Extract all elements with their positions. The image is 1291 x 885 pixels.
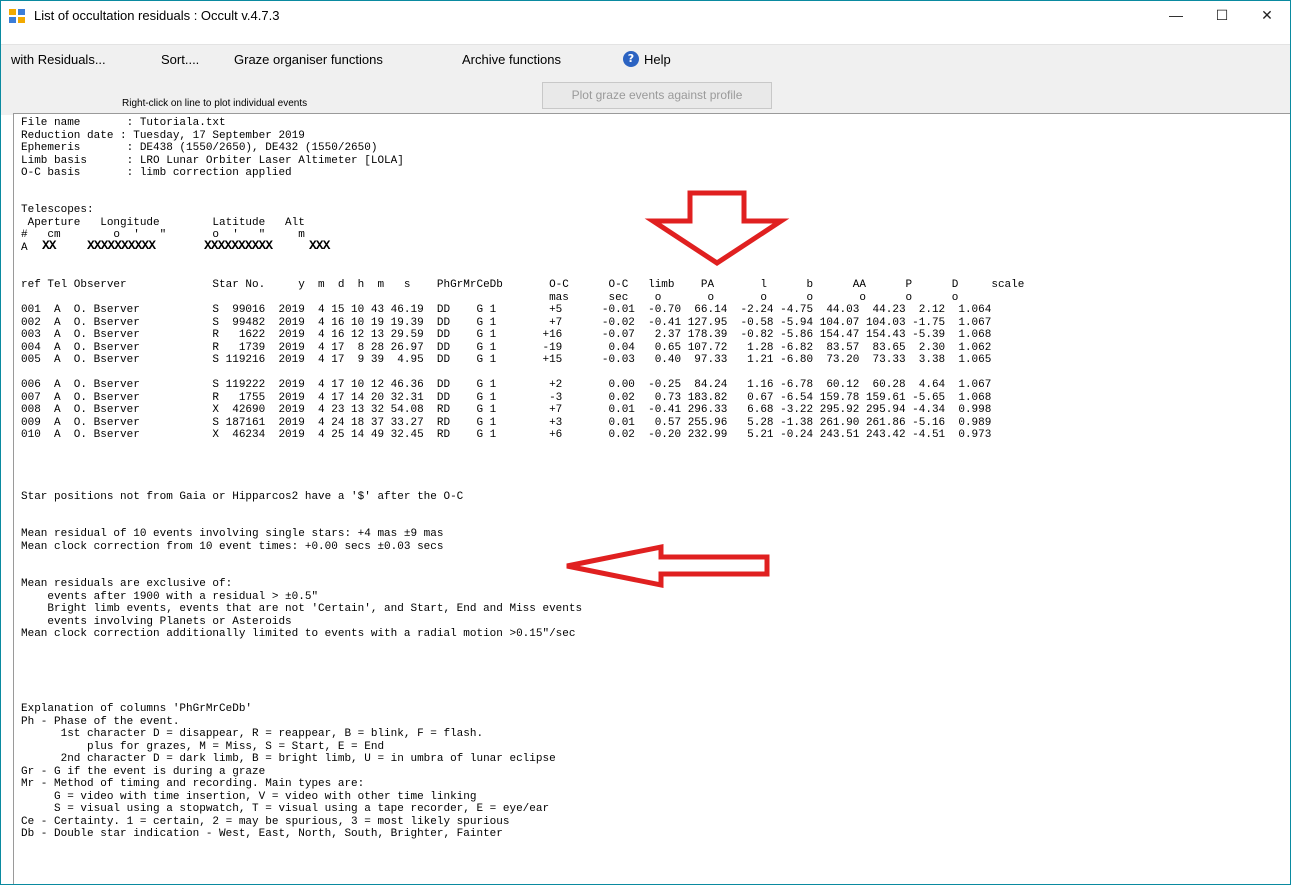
explanation-line: Mr - Method of timing and recording. Mai… <box>21 778 365 790</box>
limb-basis-line: Limb basis : LRO Lunar Orbiter Laser Alt… <box>21 154 404 167</box>
menu-bar: with Residuals... Sort.... Graze organis… <box>1 44 1290 75</box>
telescope-alt-redacted: XXX <box>309 238 330 253</box>
explanation-line: Gr - G if the event is during a graze <box>21 765 266 778</box>
table-header-2: mas sec o o o o o o o <box>21 291 959 304</box>
explanation-line: 2nd character D = dark limb, B = bright … <box>21 753 556 765</box>
title-bar: List of occultation residuals : Occult v… <box>1 1 1290 31</box>
plot-graze-events-button[interactable]: Plot graze events against profile <box>542 82 772 109</box>
table-row: 002 A O. Bserver S 99482 2019 4 16 10 19… <box>21 316 992 329</box>
table-header-1: ref Tel Observer Star No. y m d h m s Ph… <box>21 279 1025 291</box>
right-click-hint: Right-click on line to plot individual e… <box>122 98 308 109</box>
mean-residual-line: Mean residual of 10 events involving sin… <box>21 528 444 540</box>
explanation-line: 1st character D = disappear, R = reappea… <box>21 728 484 740</box>
telescope-aperture-redacted: XX <box>42 238 57 253</box>
menu-sort[interactable]: Sort.... <box>161 52 199 67</box>
table-row: 005 A O. Bserver S 119216 2019 4 17 9 39… <box>21 354 992 366</box>
explanation-line: Explanation of columns 'PhGrMrCeDb' <box>21 703 253 715</box>
help-icon[interactable]: ? <box>623 51 639 67</box>
explanation-line: G = video with time insertion, V = video… <box>21 790 477 803</box>
exclusive-note-line: events after 1900 with a residual > ±0.5… <box>21 590 319 603</box>
menu-help[interactable]: Help <box>644 52 671 67</box>
table-row: 008 A O. Bserver X 42690 2019 4 23 13 32… <box>21 404 992 416</box>
telescope-row-prefix: A <box>21 242 41 254</box>
telescope-longitude-redacted: XXXXXXXXXX <box>87 238 156 253</box>
explanation-line: plus for grazes, M = Miss, S = Start, E … <box>21 740 385 753</box>
table-row: 003 A O. Bserver R 1622 2019 4 16 12 13 … <box>21 329 992 341</box>
telescope-latitude-redacted: XXXXXXXXXX <box>204 238 273 253</box>
minimize-button[interactable]: — <box>1153 1 1199 31</box>
table-row: 007 A O. Bserver R 1755 2019 4 17 14 20 … <box>21 391 992 404</box>
exclusive-note-line: Mean clock correction additionally limit… <box>21 628 576 640</box>
file-name-line: File name : Tutoriala.txt <box>21 117 226 129</box>
exclusive-note-line: events involving Planets or Asteroids <box>21 615 292 628</box>
menu-with-residuals[interactable]: with Residuals... <box>11 52 106 67</box>
occult-window: List of occultation residuals : Occult v… <box>0 0 1291 885</box>
menu-archive-functions[interactable]: Archive functions <box>462 52 561 67</box>
explanation-line: S = visual using a stopwatch, T = visual… <box>21 803 550 815</box>
table-row: 001 A O. Bserver S 99016 2019 4 15 10 43… <box>21 304 992 316</box>
maximize-button[interactable]: ☐ <box>1199 1 1245 31</box>
table-row: 006 A O. Bserver S 119222 2019 4 17 10 1… <box>21 379 992 391</box>
down-arrow-annotation <box>644 190 790 266</box>
star-positions-note: Star positions not from Gaia or Hipparco… <box>21 491 464 503</box>
reduction-date-line: Reduction date : Tuesday, 17 September 2… <box>21 129 305 142</box>
telescopes-title: Telescopes: <box>21 204 94 216</box>
explanation-line: Db - Double star indication - West, East… <box>21 828 503 840</box>
explanation-line: Ce - Certainty. 1 = certain, 2 = may be … <box>21 815 510 828</box>
mean-clock-line: Mean clock correction from 10 event time… <box>21 540 444 553</box>
telescopes-header-1: Aperture Longitude Latitude Alt <box>21 216 305 229</box>
close-button[interactable]: ✕ <box>1244 1 1290 31</box>
ephemeris-line: Ephemeris : DE438 (1550/2650), DE432 (15… <box>21 142 378 154</box>
exclusive-note-line: Bright limb events, events that are not … <box>21 603 583 615</box>
app-icon <box>9 9 25 23</box>
window-title: List of occultation residuals : Occult v… <box>34 8 280 23</box>
table-row: 010 A O. Bserver X 46234 2019 4 25 14 49… <box>21 429 992 441</box>
left-arrow-annotation <box>566 543 770 589</box>
oc-basis-line: O-C basis : limb correction applied <box>21 167 292 179</box>
table-row: 009 A O. Bserver S 187161 2019 4 24 18 3… <box>21 416 992 429</box>
explanation-line: Ph - Phase of the event. <box>21 715 180 728</box>
exclusive-note-line: Mean residuals are exclusive of: <box>21 578 233 590</box>
menu-graze-organiser[interactable]: Graze organiser functions <box>234 52 383 67</box>
table-row: 004 A O. Bserver R 1739 2019 4 17 8 28 2… <box>21 341 992 354</box>
